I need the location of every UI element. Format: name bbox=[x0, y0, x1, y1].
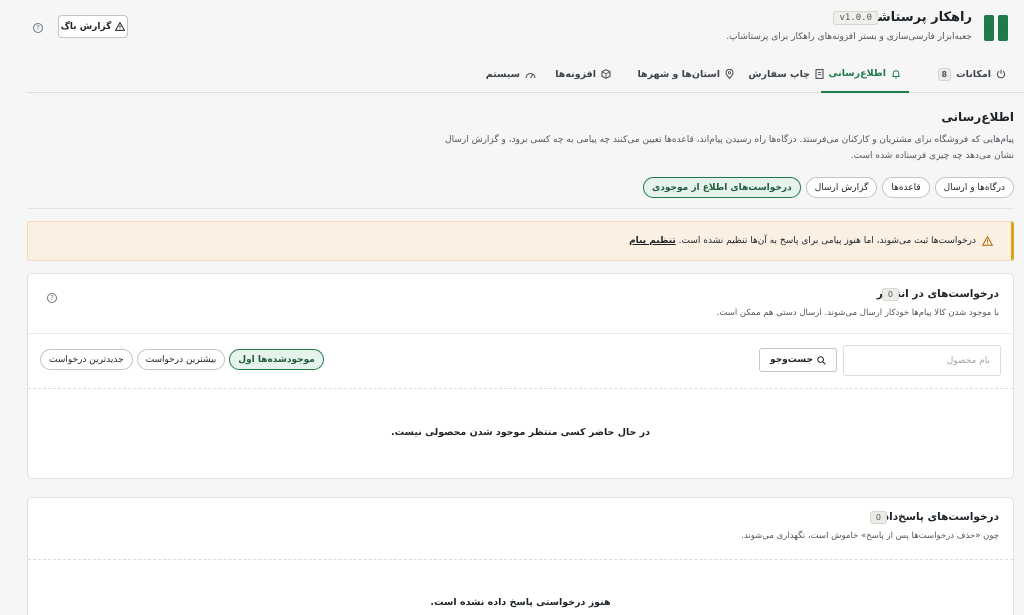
help-icon[interactable]: ? bbox=[33, 23, 43, 33]
tab-provinces-cities[interactable]: استان‌ها و شهرها bbox=[629, 56, 742, 92]
sort-in-stock-first[interactable]: موجودشده‌ها اول bbox=[229, 349, 324, 370]
subtab-send-log[interactable]: گزارش ارسال bbox=[805, 177, 878, 198]
subtab-stock-requests[interactable]: درخواست‌های اطلاع از موجودی bbox=[643, 177, 801, 198]
notice-message: درخواست‌ها ثبت می‌شوند، اما هنوز پیامی ب… bbox=[678, 236, 976, 246]
bell-icon bbox=[892, 69, 900, 78]
section-divider bbox=[27, 208, 1014, 209]
answered-title: درخواست‌های پاسخ‌داده bbox=[877, 511, 999, 523]
subtab-gateways[interactable]: درگاه‌ها و ارسال bbox=[934, 177, 1014, 198]
version-badge: v1.0.0 bbox=[833, 11, 878, 25]
answered-requests-card: درخواست‌های پاسخ‌داده 0 چون «حذف درخواست… bbox=[27, 497, 1014, 615]
tab-addons[interactable]: افزونه‌ها bbox=[547, 56, 619, 92]
section-title: اطلاع‌رسانی bbox=[941, 110, 1014, 124]
document-icon bbox=[815, 69, 824, 79]
search-icon bbox=[817, 355, 826, 365]
bug-report-button[interactable]: گزارش باگ bbox=[58, 15, 128, 38]
sort-most-requested[interactable]: بیشترین درخواست bbox=[136, 349, 226, 370]
tab-print-order[interactable]: چاپ سفارش bbox=[740, 56, 832, 92]
section-description-line-2: نشان می‌دهد چه چیزی فرستاده شده است. bbox=[850, 151, 1014, 161]
notification-subtabs: درگاه‌ها و ارسال قاعده‌ها گزارش ارسال در… bbox=[643, 177, 1014, 198]
answered-empty-state: هنوز درخواستی پاسخ داده نشده است. bbox=[28, 559, 1013, 615]
tab-system-label: سیستم bbox=[485, 68, 520, 80]
card-separator bbox=[28, 333, 1013, 334]
tab-system[interactable]: سیستم bbox=[478, 56, 544, 92]
pending-count: 0 bbox=[881, 288, 899, 301]
warning-icon bbox=[982, 236, 993, 246]
warning-icon bbox=[115, 22, 126, 31]
main-tabs: امکانات 8 اطلاع‌رسانی چاپ سفارش استان‌ها… bbox=[27, 56, 1024, 93]
answered-count: 0 bbox=[869, 511, 887, 524]
tab-features-count: 8 bbox=[937, 67, 952, 81]
app-header: راهکار پرستاشاپ v1.0.0 جعبه‌ابزار فارسی‌… bbox=[0, 0, 1024, 56]
app-subtitle: جعبه‌ابزار فارسی‌سازی و بستر افزونه‌های … bbox=[726, 32, 972, 42]
tab-notifications-label: اطلاع‌رسانی bbox=[828, 68, 886, 79]
answered-subtitle: چون «حذف درخواست‌ها پس از پاسخ» خاموش اس… bbox=[741, 531, 999, 541]
section-description-line-1: پیام‌هایی که فروشگاه برای مشتریان و کارک… bbox=[445, 135, 1014, 145]
tab-print-order-label: چاپ سفارش bbox=[748, 68, 810, 80]
search-button[interactable]: جست‌وجو bbox=[759, 348, 837, 372]
subtab-rules[interactable]: قاعده‌ها bbox=[882, 177, 930, 198]
box-icon bbox=[601, 69, 611, 79]
pending-empty-text: در حال حاضر کسی منتظر موجود شدن محصولی ن… bbox=[390, 427, 651, 438]
bug-report-label: گزارش باگ bbox=[60, 21, 112, 32]
setup-message-link[interactable]: تنظیم پیام bbox=[629, 236, 676, 246]
sort-newest[interactable]: جدیدترین درخواست bbox=[40, 349, 133, 370]
product-search-input[interactable] bbox=[843, 345, 1001, 376]
tab-features-label: امکانات bbox=[956, 68, 991, 80]
search-button-label: جست‌وجو bbox=[770, 355, 813, 365]
help-icon[interactable]: ? bbox=[47, 293, 57, 303]
power-icon bbox=[996, 69, 1006, 79]
section-description: پیام‌هایی که فروشگاه برای مشتریان و کارک… bbox=[414, 132, 1014, 164]
notice-text: درخواست‌ها ثبت می‌شوند، اما هنوز پیامی ب… bbox=[629, 236, 976, 246]
pending-subtitle: با موجود شدن کالا پیام‌ها خودکار ارسال م… bbox=[716, 308, 999, 318]
warning-notice: درخواست‌ها ثبت می‌شوند، اما هنوز پیامی ب… bbox=[27, 221, 1014, 261]
tab-features[interactable]: امکانات 8 bbox=[930, 56, 1015, 92]
tab-addons-label: افزونه‌ها bbox=[555, 68, 596, 80]
sort-options: جدیدترین درخواست بیشترین درخواست موجودشد… bbox=[40, 349, 324, 370]
tab-notifications[interactable]: اطلاع‌رسانی bbox=[820, 56, 909, 93]
logo bbox=[984, 15, 1008, 41]
pending-requests-card: درخواست‌های در انتظار 0 با موجود شدن کال… bbox=[27, 273, 1014, 479]
answered-empty-text: هنوز درخواستی پاسخ داده نشده است. bbox=[430, 597, 611, 608]
pending-empty-state: در حال حاضر کسی منتظر موجود شدن محصولی ن… bbox=[28, 388, 1013, 480]
gauge-icon bbox=[525, 72, 536, 78]
tab-provinces-cities-label: استان‌ها و شهرها bbox=[637, 68, 720, 80]
location-pin-icon bbox=[725, 69, 734, 79]
